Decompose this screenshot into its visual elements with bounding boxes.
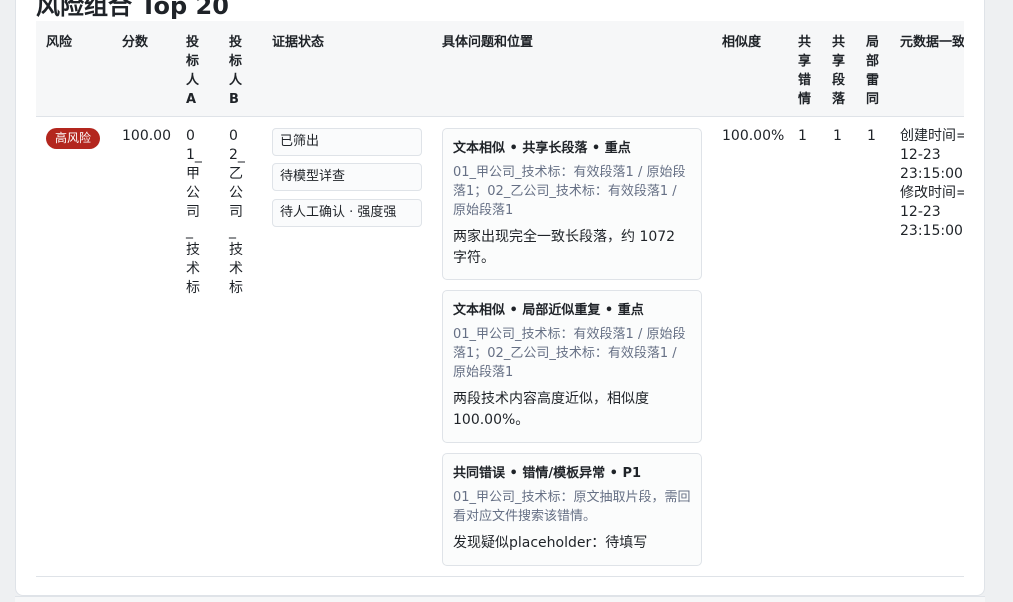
- metadata-line: 创建时间=: [900, 128, 964, 144]
- header-bidder-a[interactable]: 投标人A: [186, 33, 202, 109]
- issue-location: 01_甲公司_技术标：原文抽取片段，需回看对应文件搜索该错情。: [453, 490, 691, 524]
- shared-typos-value: 1: [798, 128, 807, 144]
- score-value: 100.00: [122, 128, 171, 144]
- metadata-line: 23:15:00+: [900, 223, 964, 239]
- table-row[interactable]: 高风险 100.00 01_甲公司_技术标 02_乙公司_技术标 已筛出 待模型…: [36, 117, 964, 577]
- header-shared-paragraphs[interactable]: 共享段落: [832, 33, 848, 109]
- local-thunder-value: 1: [867, 128, 876, 144]
- bidder-b-name: 02_乙公司_技术标: [229, 128, 245, 296]
- header-local-thunder[interactable]: 局部雷同: [866, 33, 882, 109]
- shared-paragraphs-value: 1: [833, 128, 842, 144]
- header-score[interactable]: 分数: [122, 33, 148, 52]
- status-pending-manual-confirm: 待人工确认 · 强度强: [272, 199, 422, 227]
- page-title: 风险组合 Top 20: [36, 0, 229, 20]
- similarity-value: 100.00%: [722, 128, 785, 144]
- header-risk[interactable]: 风险: [46, 33, 72, 52]
- status-filtered: 已筛出: [272, 128, 422, 156]
- table-header: 风险 分数 投标人A 投标人B 证据状态 具体问题和位置 相似度 共享错情 共享…: [36, 21, 964, 117]
- bidder-a-name: 01_甲公司_技术标: [186, 128, 202, 296]
- header-evidence-status[interactable]: 证据状态: [272, 33, 324, 52]
- issue-description: 发现疑似placeholder：待填写: [453, 535, 648, 551]
- issue-location: 01_甲公司_技术标：有效段落1 / 原始段落1；02_乙公司_技术标：有效段落…: [453, 165, 686, 218]
- issue-card: 文本相似 • 局部近似重复 • 重点 01_甲公司_技术标：有效段落1 / 原始…: [442, 290, 702, 443]
- metadata-line: 12-23: [900, 147, 941, 163]
- header-metadata[interactable]: 元数据一致: [900, 33, 964, 52]
- risk-table: 风险 分数 投标人A 投标人B 证据状态 具体问题和位置 相似度 共享错情 共享…: [36, 21, 964, 577]
- issue-location: 01_甲公司_技术标：有效段落1 / 原始段落1；02_乙公司_技术标：有效段落…: [453, 327, 686, 380]
- issue-description: 两段技术内容高度近似，相似度 100.00%。: [453, 391, 649, 428]
- next-panel-edge: [15, 596, 985, 602]
- status-pending-model-review: 待模型详查: [272, 163, 422, 191]
- issue-card: 共同错误 • 错情/模板异常 • P1 01_甲公司_技术标：原文抽取片段，需回…: [442, 453, 702, 566]
- risk-badge: 高风险: [46, 128, 101, 149]
- issue-title: 共同错误 • 错情/模板异常 • P1: [453, 466, 642, 481]
- issue-title: 文本相似 • 共享长段落 • 重点: [453, 141, 631, 156]
- header-shared-typos[interactable]: 共享错情: [798, 33, 814, 109]
- metadata-line: 12-23: [900, 204, 941, 220]
- metadata-value: 创建时间= 12-23 23:15:00+ 修改时间= 12-23 23:15:…: [900, 127, 964, 241]
- header-issues[interactable]: 具体问题和位置: [442, 33, 533, 52]
- header-bidder-b[interactable]: 投标人B: [229, 33, 245, 109]
- issue-description: 两家出现完全一致长段落，约 1072 字符。: [453, 229, 676, 266]
- issue-card: 文本相似 • 共享长段落 • 重点 01_甲公司_技术标：有效段落1 / 原始段…: [442, 128, 702, 280]
- issue-title: 文本相似 • 局部近似重复 • 重点: [453, 303, 644, 318]
- header-similarity[interactable]: 相似度: [722, 33, 761, 52]
- metadata-line: 23:15:00+: [900, 166, 964, 182]
- metadata-line: 修改时间=: [900, 185, 964, 201]
